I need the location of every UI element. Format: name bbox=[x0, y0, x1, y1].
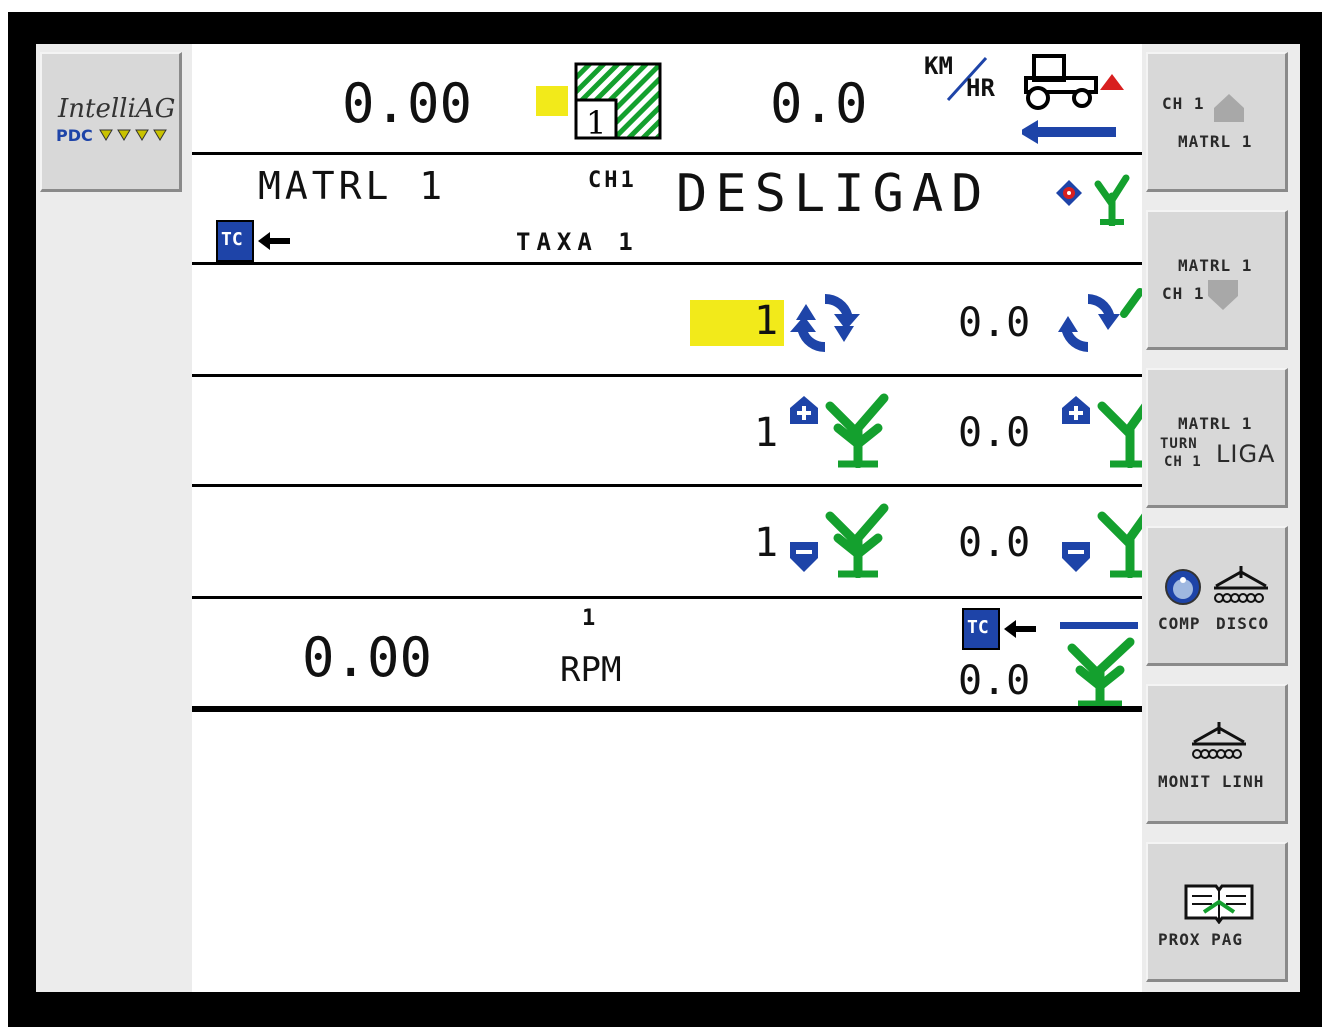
tractor-direction-icon bbox=[1022, 54, 1124, 144]
rpm-value: 0.00 bbox=[302, 626, 433, 689]
plant-icon-4 bbox=[1097, 511, 1142, 578]
area-value: 0.00 bbox=[342, 72, 473, 135]
softkey-1-line1: CH 1 bbox=[1162, 94, 1205, 113]
planter-icon-2 bbox=[1192, 722, 1246, 759]
area-section-number: 1 bbox=[586, 104, 606, 142]
softkey-ch1-matrl-up[interactable]: CH 1 MATRL 1 bbox=[1146, 52, 1288, 192]
speed-unit-bottom: HR bbox=[966, 74, 995, 102]
increase-actual-value: 0.0 bbox=[958, 410, 1031, 456]
softkey-2-line1: MATRL 1 bbox=[1178, 256, 1253, 275]
nozzle-row-icon bbox=[99, 129, 167, 141]
softkey-1-line2: MATRL 1 bbox=[1178, 132, 1253, 151]
down-arrow-icon bbox=[1208, 280, 1238, 310]
tc-badge-label: TC bbox=[221, 229, 243, 250]
softkey-matrl-ch1-down[interactable]: MATRL 1 CH 1 bbox=[1146, 210, 1288, 350]
plant-icon-3 bbox=[825, 503, 889, 578]
softkey-2-line2: CH 1 bbox=[1162, 284, 1205, 303]
softkey-turn-on[interactable]: MATRL 1 TURN CH 1 LIGA bbox=[1146, 368, 1288, 508]
level-bar bbox=[1060, 622, 1138, 629]
rpm-index: 1 bbox=[582, 606, 596, 631]
up-arrow-icon bbox=[1214, 94, 1244, 122]
actual-rate-value: 0.0 bbox=[958, 300, 1031, 346]
divider-4 bbox=[192, 484, 1142, 487]
refresh-sprout-icon bbox=[1058, 288, 1142, 352]
display-screen: IntelliAG PDC 0.00 1 0.0 KM HR MATRL 1 C… bbox=[36, 44, 1300, 992]
left-softkey-column: IntelliAG PDC bbox=[36, 44, 192, 992]
right-softkey-column: CH 1 MATRL 1 MATRL 1 CH 1 MATRL 1 TURN C… bbox=[1142, 44, 1300, 992]
softkey-row-monitor[interactable]: MONIT LINH bbox=[1146, 684, 1288, 824]
tc-badge-rpm: TC bbox=[962, 608, 1000, 650]
divider-6 bbox=[192, 706, 1142, 712]
target-rate-value: 1 bbox=[754, 298, 779, 344]
softkey-next-page[interactable]: PROX PAG bbox=[1146, 842, 1288, 982]
divider-2 bbox=[192, 262, 1142, 265]
softkey-comp-disco[interactable]: COMP DISCO bbox=[1146, 526, 1288, 666]
increase-icon-2 bbox=[1062, 396, 1090, 424]
speed-value: 0.0 bbox=[770, 72, 868, 135]
softkey-3-line3: CH 1 bbox=[1164, 454, 1202, 470]
softkey-3-line1: MATRL 1 bbox=[1178, 414, 1253, 433]
softkey-3-line4: LIGA bbox=[1216, 440, 1276, 468]
refresh-icon bbox=[790, 293, 860, 353]
rpm-unit: RPM bbox=[560, 650, 622, 690]
decrease-actual-value: 0.0 bbox=[958, 520, 1031, 566]
planter-icon bbox=[1214, 566, 1268, 603]
divider-1 bbox=[192, 152, 1142, 155]
book-icon bbox=[1184, 884, 1254, 924]
compass-icon bbox=[1165, 569, 1201, 605]
material-name: MATRL 1 bbox=[258, 164, 447, 208]
brand-sub: PDC bbox=[56, 126, 93, 145]
arrow-left-icon-2 bbox=[1004, 620, 1036, 638]
brand-name: IntelliAG bbox=[58, 94, 176, 124]
rpm-actual-value: 0.0 bbox=[958, 658, 1031, 704]
intelliag-logo-button[interactable]: IntelliAG PDC bbox=[40, 52, 182, 192]
increase-icon bbox=[790, 396, 818, 424]
plant-icon-2 bbox=[1097, 401, 1142, 468]
target-crosshair-icon bbox=[1056, 180, 1082, 206]
plant-icon-5 bbox=[1067, 637, 1135, 708]
divider-3 bbox=[192, 374, 1142, 377]
arrow-left-icon bbox=[258, 232, 290, 250]
softkey-5-line1: MONIT LINH bbox=[1158, 772, 1265, 791]
rate-label: TAXA 1 bbox=[516, 228, 639, 256]
sprout-icon bbox=[1094, 174, 1130, 226]
tc-badge-rpm-label: TC bbox=[967, 617, 989, 638]
tc-badge: TC bbox=[216, 220, 254, 262]
softkey-6-line1: PROX PAG bbox=[1158, 930, 1244, 949]
softkey-3-line2: TURN bbox=[1160, 436, 1198, 452]
area-indicator bbox=[536, 86, 568, 116]
increase-target-value: 1 bbox=[754, 410, 779, 456]
decrease-icon bbox=[790, 542, 818, 572]
softkey-4-line2: DISCO bbox=[1216, 614, 1270, 633]
decrease-icon-2 bbox=[1062, 542, 1090, 572]
softkey-4-line1: COMP bbox=[1158, 614, 1201, 633]
material-status: DESLIGAD bbox=[676, 164, 991, 224]
material-channel: CH1 bbox=[588, 168, 637, 193]
plant-icon bbox=[825, 393, 889, 468]
field-area-icon: 1 bbox=[574, 62, 662, 142]
decrease-target-value: 1 bbox=[754, 520, 779, 566]
divider-5 bbox=[192, 596, 1142, 599]
